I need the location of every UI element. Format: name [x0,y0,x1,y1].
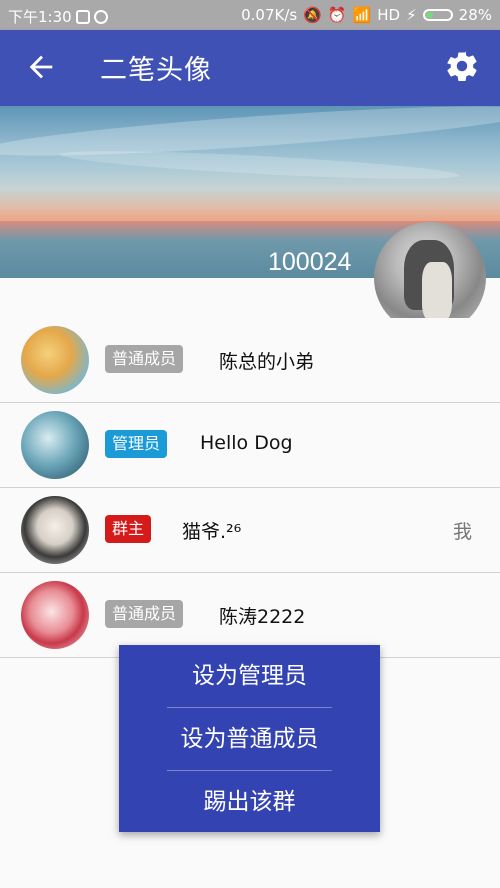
avatar [21,326,89,394]
list-item[interactable]: 普通成员 陈总的小弟 [0,318,500,403]
wifi-icon: 📶 [352,6,372,24]
alarm-icon: ⏰ [327,6,347,24]
battery-level: 28% [458,6,492,24]
member-name: 猫爷.²⁶ [182,521,242,543]
member-name: 陈总的小弟 [219,351,315,373]
gear-icon [447,51,477,82]
avatar [21,411,89,479]
member-name: Hello Dog [200,432,293,454]
avatar [21,581,89,649]
menu-item-kick-from-group[interactable]: 踢出该群 [119,771,380,833]
notification-icon [75,9,90,24]
list-item[interactable]: 管理员 Hello Dog [0,403,500,488]
role-badge: 普通成员 [105,600,184,628]
menu-item-set-admin[interactable]: 设为管理员 [119,645,380,707]
notification-icon [93,9,108,24]
network-speed: 0.07K/s [241,6,298,24]
avatar [21,496,89,564]
role-badge: 普通成员 [105,345,184,373]
app-bar: 二笔头像 [0,30,500,106]
status-time: 下午1:30 [8,8,72,26]
group-id: 100024 [268,248,352,276]
menu-item-set-member[interactable]: 设为普通成员 [119,708,380,770]
page-title: 二笔头像 [100,55,212,86]
list-item[interactable]: 群主 猫爷.²⁶ 我 [0,488,500,573]
member-list: 普通成员 陈总的小弟 管理员 Hello Dog 群主 猫爷.²⁶ 我 普通成员… [0,318,500,658]
role-badge: 群主 [105,515,152,543]
role-badge: 管理员 [105,430,168,458]
arrow-left-icon [29,55,53,79]
settings-button[interactable] [444,48,480,84]
member-action-menu: 设为管理员 设为普通成员 踢出该群 [119,645,380,832]
battery-icon [422,9,453,21]
member-name: 陈涛2222 [219,606,306,628]
status-bar: 下午1:30 0.07K/s 🔕 ⏰ 📶 HD ⚡ 28% [0,0,500,30]
self-indicator: 我 [452,521,472,543]
charging-icon: ⚡ [406,6,417,24]
mute-icon: 🔕 [303,6,322,24]
back-button[interactable] [24,50,58,84]
network-type: HD [377,6,401,24]
